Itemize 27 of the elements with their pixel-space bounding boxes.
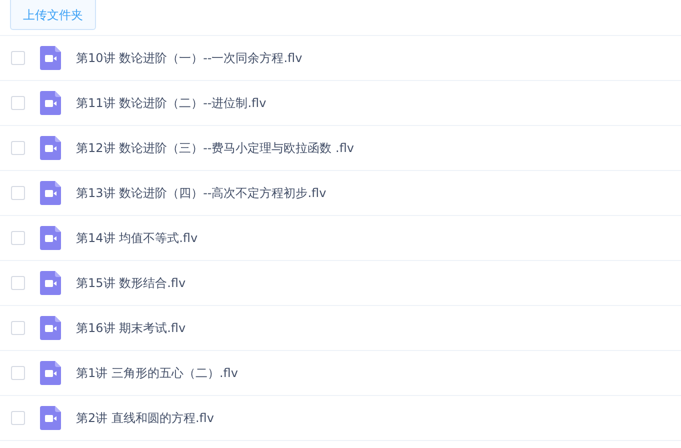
video-file-icon: [40, 316, 61, 340]
file-name[interactable]: 第16讲 期末考试.flv: [76, 320, 186, 336]
video-file-icon: [40, 226, 61, 250]
file-name[interactable]: 第12讲 数论进阶（三）--费马小定理与欧拉函数 .flv: [76, 140, 354, 156]
file-name[interactable]: 第13讲 数论进阶（四）--高次不定方程初步.flv: [76, 184, 326, 202]
checkbox[interactable]: [11, 231, 25, 245]
checkbox[interactable]: [11, 321, 25, 335]
video-file-icon: [40, 181, 61, 205]
checkbox[interactable]: [11, 276, 25, 290]
file-name[interactable]: 第14讲 均值不等式.flv: [76, 230, 198, 246]
checkbox[interactable]: [11, 96, 25, 110]
video-file-icon: [40, 136, 61, 160]
file-name[interactable]: 第2讲 直线和圆的方程.flv: [76, 410, 214, 426]
file-name[interactable]: 第15讲 数形结合.flv: [76, 274, 186, 292]
video-file-icon: [40, 361, 61, 385]
video-file-icon: [40, 91, 61, 115]
checkbox[interactable]: [11, 366, 25, 380]
video-file-icon: [40, 46, 61, 70]
checkbox[interactable]: [11, 411, 25, 425]
file-name[interactable]: 第11讲 数论进阶（二）--进位制.flv: [76, 94, 266, 112]
file-name[interactable]: 第10讲 数论进阶（一）--一次同余方程.flv: [76, 50, 302, 66]
video-file-icon: [40, 406, 61, 430]
checkbox[interactable]: [11, 51, 25, 65]
checkbox[interactable]: [11, 186, 25, 200]
file-name[interactable]: 第1讲 三角形的五心（二）.flv: [76, 364, 238, 382]
checkbox[interactable]: [11, 141, 25, 155]
video-file-icon: [40, 271, 61, 295]
